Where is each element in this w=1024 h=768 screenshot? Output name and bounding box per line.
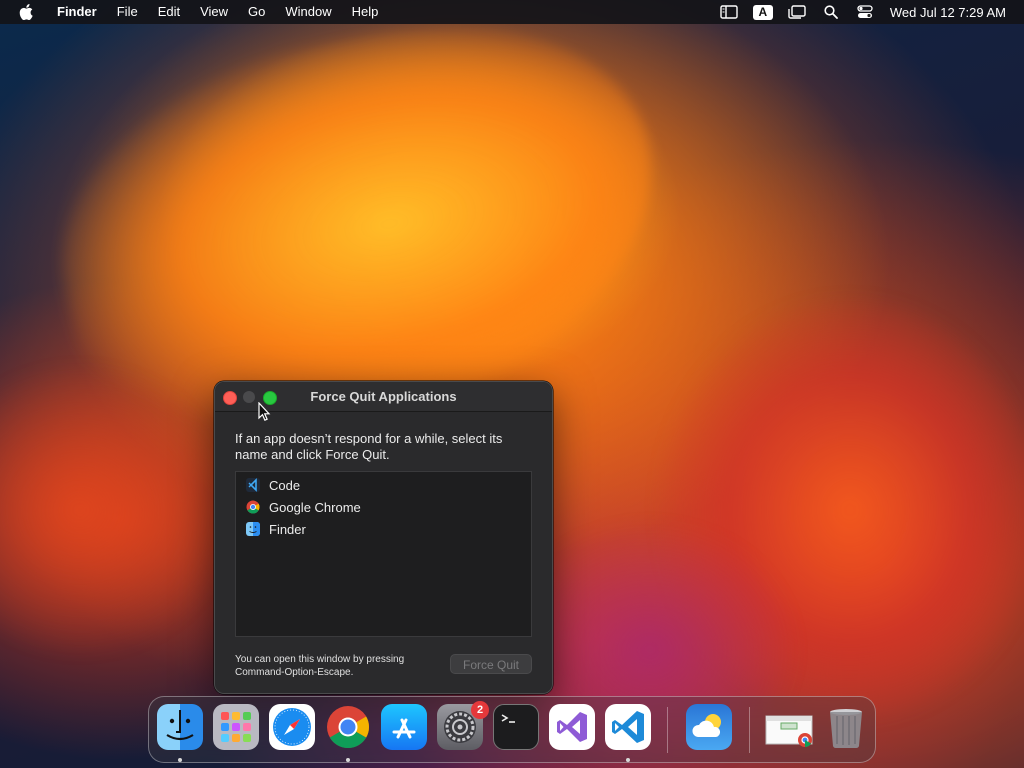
dock-app-store-icon[interactable] bbox=[381, 704, 427, 750]
dock: 2 bbox=[148, 696, 876, 763]
app-name: Code bbox=[269, 477, 301, 493]
dock-terminal-icon[interactable] bbox=[493, 704, 539, 750]
dock-separator bbox=[749, 707, 750, 753]
list-item-code[interactable]: Code bbox=[236, 474, 531, 496]
sidebar-icon[interactable] bbox=[719, 0, 739, 24]
menu-clock[interactable]: Wed Jul 12 7:29 AM bbox=[890, 5, 1006, 20]
menu-app-finder[interactable]: Finder bbox=[52, 0, 107, 24]
dock-separator bbox=[667, 707, 668, 753]
force-quit-button[interactable]: Force Quit bbox=[450, 654, 532, 674]
running-indicator bbox=[626, 758, 630, 762]
input-source-icon[interactable]: A bbox=[752, 0, 773, 24]
finder-icon bbox=[245, 522, 260, 537]
running-indicator bbox=[346, 758, 350, 762]
dock-finder-icon[interactable] bbox=[157, 704, 203, 750]
menu-go[interactable]: Go bbox=[238, 0, 275, 24]
dock-launchpad-icon[interactable] bbox=[213, 704, 259, 750]
app-name: Finder bbox=[269, 521, 306, 537]
dock-safari-icon[interactable] bbox=[269, 704, 315, 750]
list-item-google-chrome[interactable]: Google Chrome bbox=[236, 496, 531, 518]
menu-view[interactable]: View bbox=[190, 0, 238, 24]
vscode-icon bbox=[245, 478, 260, 493]
dock-chrome-icon[interactable] bbox=[325, 704, 371, 750]
force-quit-window: Force Quit Applications If an app doesn’… bbox=[214, 381, 553, 694]
input-source-label: A bbox=[752, 4, 773, 20]
dock-system-settings-icon[interactable]: 2 bbox=[437, 701, 489, 750]
dock-chrome-window-thumbnail-icon[interactable] bbox=[765, 704, 813, 750]
window-switch-icon[interactable] bbox=[787, 0, 807, 24]
control-center-icon[interactable] bbox=[855, 0, 875, 24]
menu-bar: Finder File Edit View Go Window Help A W… bbox=[0, 0, 1024, 24]
menu-help[interactable]: Help bbox=[342, 0, 389, 24]
app-name: Google Chrome bbox=[269, 499, 361, 515]
force-quit-description: If an app doesn’t respond for a while, s… bbox=[235, 431, 503, 462]
mouse-cursor-icon bbox=[258, 402, 271, 421]
dock-visual-studio-icon[interactable] bbox=[549, 704, 595, 750]
dock-vscode-icon[interactable] bbox=[605, 704, 651, 750]
apple-logo-icon[interactable] bbox=[19, 4, 33, 20]
dock-weather-icon[interactable] bbox=[686, 704, 732, 750]
menu-window[interactable]: Window bbox=[275, 0, 341, 24]
spotlight-search-icon[interactable] bbox=[821, 0, 841, 24]
menu-file[interactable]: File bbox=[107, 0, 148, 24]
list-item-finder[interactable]: Finder bbox=[236, 518, 531, 540]
running-indicator bbox=[178, 758, 182, 762]
chrome-icon bbox=[245, 500, 260, 515]
shortcut-hint: You can open this window by pressing Com… bbox=[235, 654, 405, 678]
notification-badge: 2 bbox=[471, 701, 489, 719]
dock-trash-icon[interactable] bbox=[823, 704, 869, 750]
menu-edit[interactable]: Edit bbox=[148, 0, 190, 24]
app-list[interactable]: Code Google Chrome Finder bbox=[235, 471, 532, 637]
